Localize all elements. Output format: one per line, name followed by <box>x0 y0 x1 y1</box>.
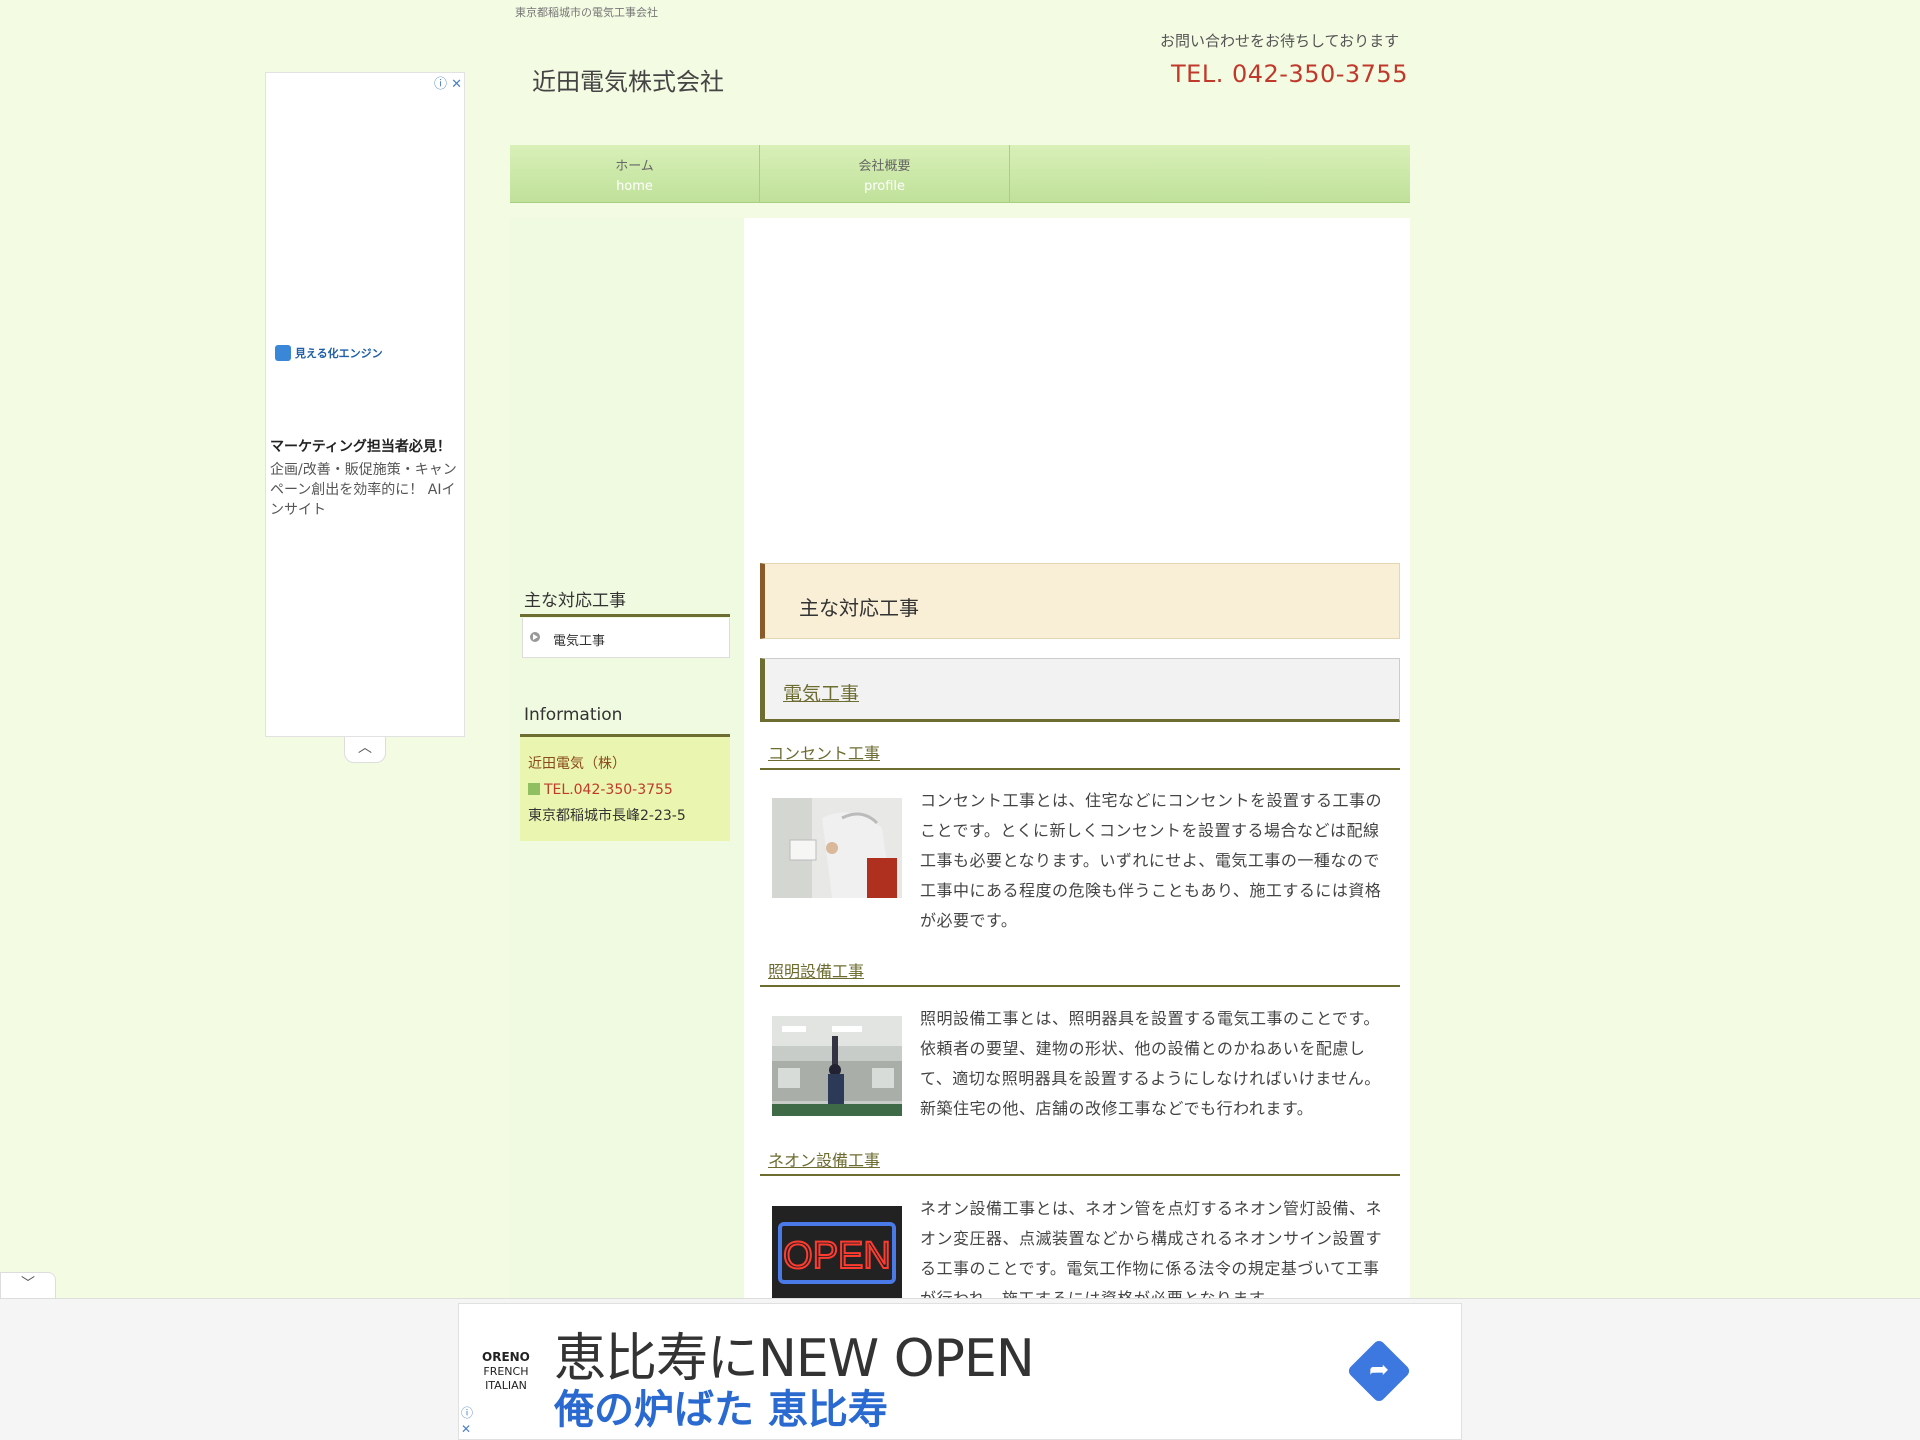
categories-divider <box>520 614 730 617</box>
nav-profile-label: 会社概要 <box>858 159 911 174</box>
information-box: 近田電気（株） TEL.042-350-3755 東京都稲城市長峰2-23-5 <box>520 737 730 841</box>
nav-home-label: ホーム <box>615 159 654 174</box>
bottom-ad-subtitle: 俺の炉ばた 恵比寿 <box>554 1387 888 1433</box>
item-description-lighting-work: 照明設備工事とは、照明器具を設置する電気工事のことです。依頼者の要望、建物の形状… <box>920 1009 1381 1118</box>
left-ad-banner[interactable] <box>265 72 465 737</box>
page-title: 主な対応工事 <box>760 563 1400 639</box>
neon-sign-text: OPEN <box>783 1235 891 1277</box>
main-nav: ホーム home 会社概要 profile <box>510 145 1410 203</box>
categories-heading: 主な対応工事 <box>524 591 626 611</box>
sidebar-item-electrical-work[interactable]: 電気工事 <box>522 618 730 658</box>
category-heading-link[interactable]: 電気工事 <box>760 658 1400 722</box>
item-description-neon-work: ネオン設備工事とは、ネオン管を点灯するネオン管灯設備、ネオン変圧器、点滅装置など… <box>920 1199 1383 1308</box>
ad-info-close-icon[interactable]: ⓘ ✕ <box>434 73 462 92</box>
phone-icon <box>528 783 540 795</box>
information-heading: Information <box>524 705 623 725</box>
item-divider <box>760 985 1400 987</box>
bottom-ad-info-close-icon[interactable]: ⓘ ✕ <box>461 1405 473 1437</box>
item-title-neon-work[interactable]: ネオン設備工事 <box>768 1147 880 1171</box>
site-title[interactable]: 近田電気株式会社 <box>532 62 724 97</box>
ad-brand-logo: ORENO FRENCH ITALIAN <box>482 1350 530 1393</box>
ad-logo-text: 見える化エンジン <box>295 347 383 360</box>
site-tagline: 東京都稲城市の電気工事会社 <box>515 6 658 19</box>
info-company-name[interactable]: 近田電気（株） <box>528 751 722 777</box>
info-phone-row: TEL.042-350-3755 <box>528 777 722 803</box>
nav-profile[interactable]: 会社概要 profile <box>760 145 1010 203</box>
ad-logo-icon <box>275 345 291 361</box>
ad-brand-line3: ITALIAN <box>485 1379 527 1392</box>
contact-message: お問い合わせをお待ちしております <box>1160 32 1400 50</box>
nav-home[interactable]: ホーム home <box>510 145 760 203</box>
neon-open-sign-photo: OPEN <box>772 1206 902 1306</box>
ad-collapse-chevron-up-icon[interactable]: ︿ <box>344 737 386 763</box>
ad-brand-line1: ORENO <box>482 1350 530 1364</box>
item-title-lighting-work[interactable]: 照明設備工事 <box>768 958 864 982</box>
ad-brand-line2: FRENCH <box>483 1365 529 1378</box>
info-phone: TEL.042-350-3755 <box>544 782 673 798</box>
ad-logo: 見える化エンジン <box>275 345 383 361</box>
ad-body-text: 企画/改善・販促施策・キャンペーン創出を効率的に！ AIインサイト <box>270 462 457 518</box>
header-phone: TEL. 042-350-3755 <box>1171 60 1408 88</box>
lighting-work-photo <box>772 1016 902 1116</box>
bottom-ad-collapse-chevron-down-icon[interactable]: ﹀ <box>0 1272 56 1298</box>
nav-home-sublabel: home <box>616 179 653 194</box>
ad-headline: マーケティング担当者必見！ <box>270 439 451 455</box>
bullet-arrow-icon <box>530 632 540 642</box>
item-description-outlet-work: コンセント工事とは、住宅などにコンセントを設置する工事のことです。とくに新しくコ… <box>920 791 1383 930</box>
info-address: 東京都稲城市長峰2-23-5 <box>528 808 686 824</box>
nav-profile-sublabel: profile <box>863 179 906 194</box>
outlet-work-photo <box>772 798 902 898</box>
item-divider <box>760 1174 1400 1176</box>
item-title-outlet-work[interactable]: コンセント工事 <box>768 740 880 764</box>
item-divider <box>760 768 1400 770</box>
